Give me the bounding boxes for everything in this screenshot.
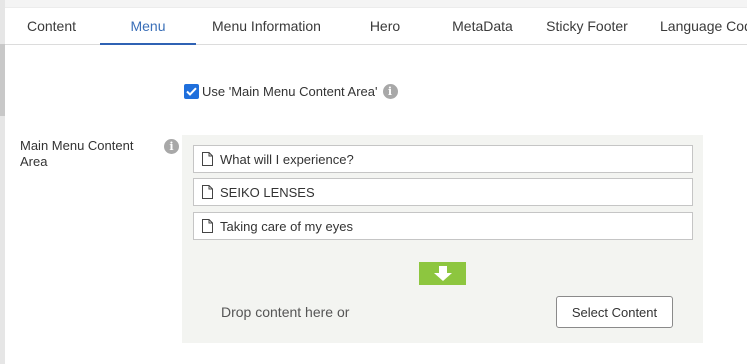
- checkmark-icon: [186, 87, 197, 96]
- scrollbar-thumb[interactable]: [0, 44, 5, 116]
- tab-sticky-footer[interactable]: Sticky Footer: [537, 8, 637, 45]
- header-strip: [5, 0, 747, 8]
- main-menu-content-area-label: Main Menu Content Area: [20, 138, 134, 169]
- arrow-down-icon: [433, 265, 452, 281]
- info-icon[interactable]: i: [382, 83, 398, 99]
- tab-menu[interactable]: Menu: [100, 8, 196, 45]
- content-item-label: SEIKO LENSES: [220, 184, 315, 200]
- tab-content[interactable]: Content: [5, 8, 98, 45]
- use-main-menu-row: Use 'Main Menu Content Area' i: [184, 82, 398, 100]
- content-item[interactable]: SEIKO LENSES: [193, 178, 693, 206]
- document-icon: [202, 185, 213, 199]
- drop-indicator: [419, 262, 466, 285]
- tab-menu-information[interactable]: Menu Information: [198, 8, 335, 45]
- content-drop-area[interactable]: What will I experience? SEIKO LENSES Tak…: [182, 135, 703, 343]
- info-icon[interactable]: i: [164, 139, 179, 154]
- select-content-button[interactable]: Select Content: [556, 296, 673, 328]
- tab-hero[interactable]: Hero: [345, 8, 425, 45]
- use-main-menu-label[interactable]: Use 'Main Menu Content Area': [202, 84, 378, 99]
- content-item-label: Taking care of my eyes: [220, 218, 353, 234]
- content-item[interactable]: Taking care of my eyes: [193, 212, 693, 240]
- content-item[interactable]: What will I experience?: [193, 145, 693, 173]
- content-item-label: What will I experience?: [220, 151, 354, 167]
- tab-metadata[interactable]: MetaData: [440, 8, 525, 45]
- document-icon: [202, 152, 213, 166]
- tab-bar: Content Menu Menu Information Hero MetaD…: [5, 8, 747, 45]
- tab-language-code[interactable]: Language Code: [660, 8, 747, 45]
- scrollbar[interactable]: [0, 0, 5, 364]
- use-main-menu-checkbox[interactable]: [184, 83, 199, 99]
- drop-content-text: Drop content here or: [221, 304, 350, 320]
- document-icon: [202, 219, 213, 233]
